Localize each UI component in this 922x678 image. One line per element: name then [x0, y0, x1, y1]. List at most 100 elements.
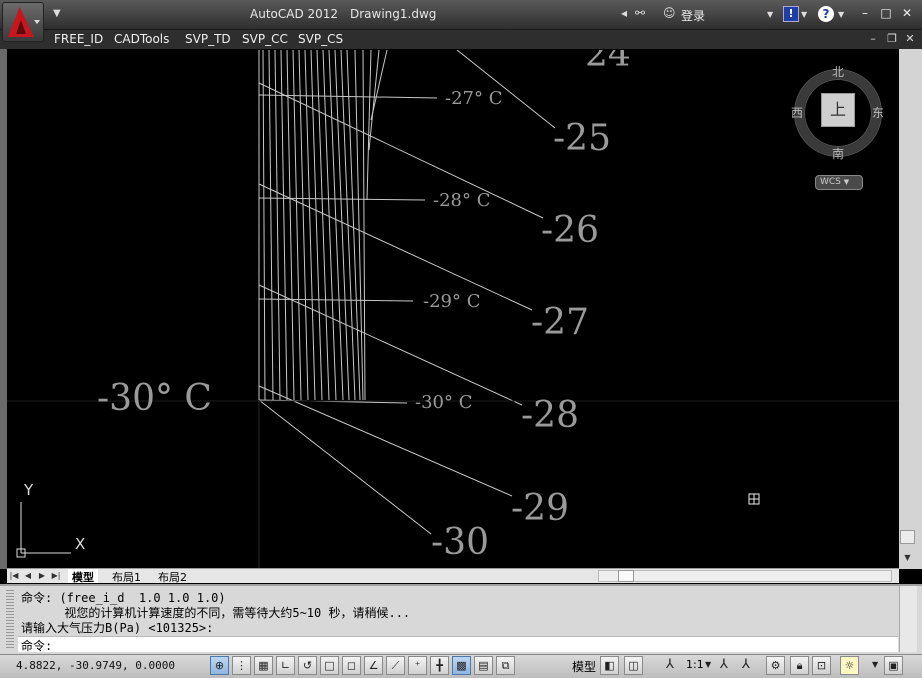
- compass-west[interactable]: 西: [791, 104, 803, 121]
- command-prompt: 命令:: [21, 639, 53, 653]
- horizontal-scrollbar[interactable]: [598, 570, 892, 582]
- doc-close-button[interactable]: ✕: [903, 32, 917, 46]
- prev-tab-icon[interactable]: ◀: [22, 569, 34, 582]
- chevron-down-icon[interactable]: ▼: [705, 660, 711, 669]
- chevron-down-icon: [34, 20, 40, 24]
- app-title: AutoCAD 2012: [250, 7, 339, 21]
- compass-east[interactable]: 东: [872, 104, 884, 121]
- cursor-pickbox: [748, 493, 760, 505]
- command-scrollbar[interactable]: [899, 586, 917, 652]
- title-bar: ▼ AutoCAD 2012 Drawing1.dwg ◂ ⚯ ☺ 登录 ▼ !…: [0, 0, 922, 30]
- hardware-acceleration-icon[interactable]: ⊡: [812, 656, 831, 675]
- command-window-grip[interactable]: [6, 590, 14, 650]
- object-snap-icon[interactable]: □: [320, 656, 339, 675]
- next-tab-icon[interactable]: ▶: [36, 569, 48, 582]
- isotherm-label: -29° C: [423, 291, 481, 312]
- ucs-icon: [16, 502, 71, 558]
- object-snap-tracking-icon[interactable]: ∠: [364, 656, 383, 675]
- help-dropdown-icon[interactable]: ▼: [838, 10, 844, 19]
- big-number-label: -29: [511, 488, 569, 529]
- auto-scale-icon[interactable]: ⅄: [742, 657, 750, 672]
- menu-bar: FREE_ID CADTools SVP_TD SVP_CC SVP_CS: [0, 30, 922, 49]
- menu-svp-cs[interactable]: SVP_CS: [298, 32, 343, 46]
- horizontal-scroll-thumb[interactable]: [618, 570, 634, 582]
- dynamic-ucs-icon[interactable]: ⟋: [386, 656, 405, 675]
- coordinate-readout[interactable]: 4.8822, -30.9749, 0.0000: [16, 659, 175, 672]
- menu-free-id[interactable]: FREE_ID: [54, 32, 103, 46]
- search-back-icon[interactable]: ◂: [621, 6, 627, 20]
- scroll-down-arrow-icon[interactable]: ▼: [900, 553, 915, 567]
- first-tab-icon[interactable]: |◀: [8, 569, 20, 582]
- help-icon[interactable]: ?: [818, 6, 834, 22]
- annotation-visibility-icon[interactable]: ⅄: [720, 657, 728, 672]
- vertical-scroll-thumb[interactable]: [900, 530, 915, 544]
- login-dropdown-icon[interactable]: ▼: [767, 10, 773, 19]
- login-link[interactable]: 登录: [681, 7, 705, 24]
- exchange-icon[interactable]: !: [783, 6, 799, 22]
- compass-north[interactable]: 北: [832, 63, 844, 80]
- big-number-label: -30: [431, 522, 489, 563]
- document-title: Drawing1.dwg: [350, 7, 437, 21]
- wcs-menu[interactable]: WCS ▼: [815, 175, 863, 190]
- doc-minimize-button[interactable]: –: [866, 32, 880, 46]
- big-number-label: -26: [541, 210, 599, 251]
- user-icon[interactable]: ☺: [663, 6, 676, 20]
- tab-layout1[interactable]: 布局1: [108, 569, 145, 584]
- maximize-button[interactable]: □: [878, 5, 894, 21]
- dynamic-input-icon[interactable]: ⁺: [408, 656, 427, 675]
- model-space-label[interactable]: 模型: [572, 658, 596, 675]
- application-menu-button[interactable]: [2, 2, 44, 42]
- ortho-mode-icon[interactable]: ∟: [276, 656, 295, 675]
- menu-svp-cc[interactable]: SVP_CC: [242, 32, 288, 46]
- chevron-down-icon: ▼: [843, 178, 850, 186]
- polar-tracking-icon[interactable]: ↺: [298, 656, 317, 675]
- quick-properties-icon[interactable]: ▤: [474, 656, 493, 675]
- annotation-scale[interactable]: 1:1: [686, 658, 704, 671]
- big-temp-label: -30° C: [97, 378, 212, 419]
- quick-view-drawings-icon[interactable]: ◫: [624, 656, 643, 675]
- quick-view-layouts-icon[interactable]: ◧: [600, 656, 619, 675]
- command-input[interactable]: 命令:: [18, 636, 898, 653]
- viewcube[interactable]: 上 北 南 西 东: [786, 62, 886, 162]
- 3d-object-snap-icon[interactable]: ◻: [342, 656, 361, 675]
- isotherm-label: -28° C: [433, 190, 491, 211]
- ucs-x-label: X: [75, 535, 86, 553]
- tab-layout2[interactable]: 布局2: [154, 569, 191, 584]
- drawing-canvas[interactable]: -27° C -28° C -29° C -30° C 24 -25 -26 -…: [7, 50, 899, 568]
- frame-left: [0, 49, 7, 569]
- vertical-scrollbar[interactable]: [899, 49, 922, 569]
- annotation-scale-icon[interactable]: ⅄: [666, 657, 674, 672]
- infer-constraints-icon[interactable]: ⊕: [210, 656, 229, 675]
- minimize-button[interactable]: –: [857, 5, 873, 21]
- compass-south[interactable]: 南: [832, 145, 844, 162]
- big-number-label: -28: [521, 395, 579, 436]
- close-button[interactable]: ✕: [899, 5, 915, 21]
- last-tab-icon[interactable]: ▶|: [50, 569, 62, 582]
- lock-icon[interactable]: 🔒︎: [790, 656, 809, 675]
- status-menu-dropdown-icon[interactable]: ▼: [872, 660, 878, 669]
- snap-mode-icon[interactable]: ⋮: [232, 656, 251, 675]
- tab-model[interactable]: 模型: [68, 569, 98, 584]
- menu-svp-td[interactable]: SVP_TD: [185, 32, 231, 46]
- binoculars-icon[interactable]: ⚯: [635, 6, 645, 20]
- big-number-label: -27: [531, 302, 589, 343]
- transparency-icon[interactable]: ▩: [452, 656, 471, 675]
- workspace-switching-icon[interactable]: ⚙: [766, 656, 785, 675]
- clean-screen-icon[interactable]: ▣: [884, 656, 903, 675]
- viewcube-face-top[interactable]: 上: [821, 93, 855, 127]
- big-number-label: -25: [553, 118, 611, 159]
- command-history-line: 请输入大气压力B(Pa) <101325>:: [21, 621, 214, 635]
- grid-display-icon[interactable]: ▦: [254, 656, 273, 675]
- menu-cadtools[interactable]: CADTools: [114, 32, 169, 46]
- isolate-objects-icon[interactable]: ☼: [840, 656, 859, 675]
- isotherm-label: -30° C: [415, 392, 473, 413]
- exchange-dropdown-icon[interactable]: ▼: [801, 10, 807, 19]
- big-number-label: 24: [585, 50, 631, 75]
- lineweight-icon[interactable]: ╋: [430, 656, 449, 675]
- quick-access-dropdown-icon[interactable]: ▼: [53, 8, 61, 19]
- selection-cycling-icon[interactable]: ⧉: [496, 656, 515, 675]
- isotherm-label: -27° C: [445, 88, 503, 109]
- doc-restore-button[interactable]: ❐: [885, 32, 899, 46]
- wcs-label: WCS: [820, 177, 841, 187]
- ucs-y-label: Y: [24, 481, 34, 499]
